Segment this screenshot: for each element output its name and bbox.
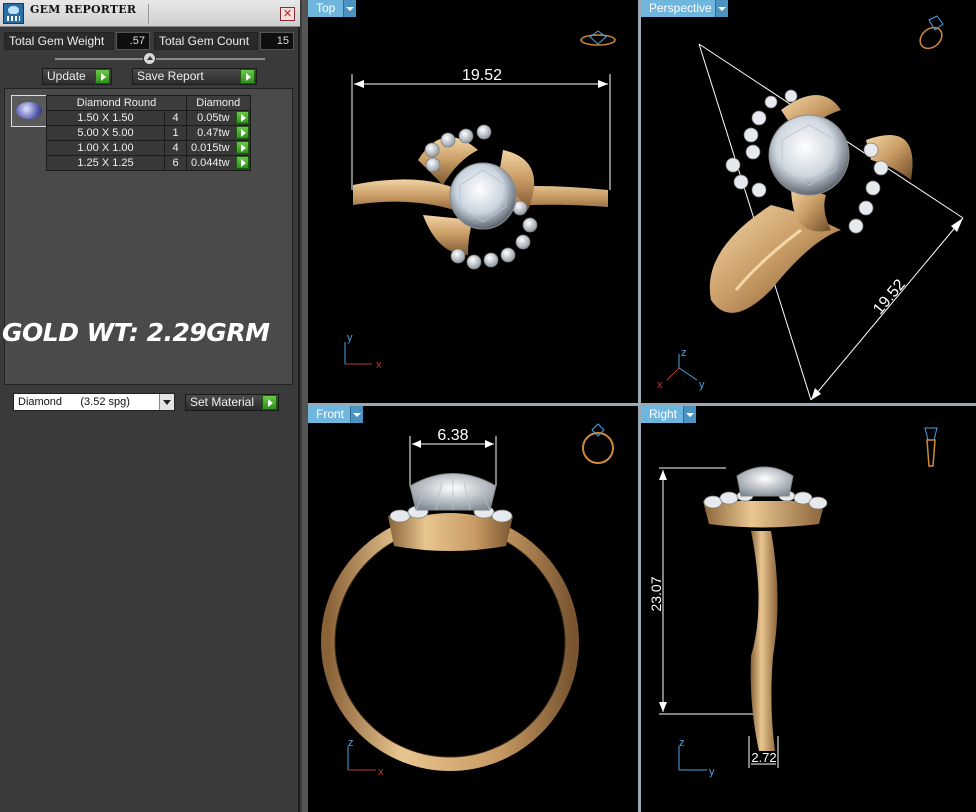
gem-table-header-shape: Diamond Round (46, 95, 187, 111)
gem-reporter-app-icon (3, 3, 24, 24)
chevron-down-icon[interactable] (683, 406, 696, 423)
gem-table-header-type: Diamond (186, 95, 251, 111)
play-arrow-icon[interactable] (235, 141, 249, 154)
play-arrow-icon[interactable] (235, 156, 249, 169)
viewport-tab-front[interactable]: Front (308, 406, 353, 423)
gem-size: 1.50 X 1.50 (46, 110, 165, 126)
play-arrow-icon[interactable] (235, 111, 249, 124)
viewport-tab-perspective[interactable]: Perspective (641, 0, 720, 17)
update-button-label: Update (47, 69, 86, 83)
gem-count: 4 (164, 140, 187, 156)
gem-count: 1 (164, 125, 187, 141)
axis-gizmo: y x (344, 332, 382, 371)
viewport-right[interactable]: 23.07 2.72 z y Right (641, 406, 976, 812)
total-gem-count-label: Total Gem Count (154, 32, 258, 50)
update-button[interactable]: Update (42, 68, 112, 85)
front-view-canvas: 6.38 z x (321, 423, 614, 778)
gem-count: 4 (164, 110, 187, 126)
titlebar-divider (148, 4, 149, 24)
table-row[interactable]: 5.00 X 5.00 1 0.47tw (46, 125, 251, 141)
gem-count: 6 (164, 155, 187, 171)
slider-knob[interactable] (143, 52, 156, 65)
total-gem-weight-label: Total Gem Weight (4, 32, 114, 50)
gem-list: Diamond Round Diamond 1.50 X 1.50 4 0.05… (2, 88, 293, 385)
axis-label-y: y (709, 766, 715, 778)
axis-label-y: y (347, 332, 353, 344)
app-window: GEM REPORTER ✕ Total Gem Weight .57 Tota… (0, 0, 976, 812)
panel-title: GEM REPORTER (30, 3, 137, 16)
save-report-button-label: Save Report (137, 69, 204, 83)
table-row[interactable]: 1.25 X 1.25 6 0.044tw (46, 155, 251, 171)
gem-weight: 0.044tw (191, 157, 230, 169)
play-arrow-icon (262, 395, 277, 410)
save-report-button[interactable]: Save Report (132, 68, 257, 85)
gem-weight-cell: 0.015tw (186, 140, 251, 156)
ring-orientation-icon (919, 15, 944, 50)
perspective-view-canvas: 19.52 z x y (657, 15, 964, 401)
axis-label-x: x (378, 766, 384, 778)
gem-weight: 0.05tw (197, 112, 230, 124)
ring-orientation-icon (580, 30, 616, 46)
play-arrow-icon (240, 69, 255, 84)
axis-label-z: z (681, 347, 687, 359)
gem-weight: 0.47tw (197, 127, 230, 139)
gem-weight: 0.015tw (191, 142, 230, 154)
viewport-tab-top[interactable]: Top (308, 0, 344, 17)
axis-label-x: x (657, 379, 663, 391)
play-arrow-icon[interactable] (235, 126, 249, 139)
table-row[interactable]: 1.00 X 1.00 4 0.015tw (46, 140, 251, 156)
axis-label-x: x (376, 359, 382, 371)
material-select-value: Diamond (3.52 spg) (18, 396, 130, 408)
top-dimension-label: 19.52 (462, 67, 502, 84)
viewport-top[interactable]: 19.52 y x Top (308, 0, 638, 403)
chevron-down-icon[interactable] (350, 406, 363, 423)
gem-table-header-row: Diamond Round Diamond (46, 95, 251, 111)
diamond-gem-icon[interactable] (11, 95, 47, 127)
chevron-down-icon[interactable] (715, 0, 728, 17)
chevron-down-icon[interactable] (159, 394, 174, 410)
total-gem-count-value: 15 (260, 32, 294, 50)
viewport-perspective[interactable]: 19.52 z x y Perspective (641, 0, 976, 403)
material-select[interactable]: Diamond (3.52 spg) (13, 393, 175, 411)
viewport-tab-right[interactable]: Right (641, 406, 686, 423)
play-arrow-icon (95, 69, 110, 84)
slider-track[interactable] (55, 58, 265, 60)
gem-weight-cell: 0.47tw (186, 125, 251, 141)
gem-size: 1.00 X 1.00 (46, 140, 165, 156)
gem-weight-cell: 0.044tw (186, 155, 251, 171)
axis-gizmo: z x y (657, 347, 705, 391)
axis-label-y: y (699, 379, 705, 391)
axis-label-z: z (679, 737, 685, 749)
set-material-button[interactable]: Set Material (185, 394, 279, 411)
axis-label-z: z (348, 737, 354, 749)
gem-table: Diamond Round Diamond 1.50 X 1.50 4 0.05… (46, 95, 251, 171)
close-button[interactable]: ✕ (280, 7, 295, 21)
right-width-dimension-label: 2.72 (751, 750, 776, 765)
gem-weight-cell: 0.05tw (186, 110, 251, 126)
right-height-dimension-label: 23.07 (648, 576, 664, 611)
ring-orientation-icon (582, 423, 614, 464)
gem-reporter-panel: GEM REPORTER ✕ Total Gem Weight .57 Tota… (0, 0, 300, 812)
viewport-divider-horizontal[interactable] (308, 403, 976, 406)
ring-orientation-icon (924, 427, 938, 467)
right-view-canvas: 23.07 2.72 z y (648, 427, 938, 778)
viewport-divider-vertical[interactable] (638, 0, 641, 812)
chevron-down-icon[interactable] (343, 0, 356, 17)
gem-size: 1.25 X 1.25 (46, 155, 165, 171)
axis-gizmo: z y (678, 737, 715, 778)
perspective-dimension-label: 19.52 (870, 276, 909, 318)
total-gem-weight-value: .57 (116, 32, 150, 50)
gem-size: 5.00 X 5.00 (46, 125, 165, 141)
top-view-canvas: 19.52 y x (344, 30, 616, 371)
front-dimension-label: 6.38 (437, 427, 468, 444)
panel-titlebar[interactable]: GEM REPORTER ✕ (0, 0, 300, 27)
set-material-button-label: Set Material (190, 395, 255, 409)
table-row[interactable]: 1.50 X 1.50 4 0.05tw (46, 110, 251, 126)
viewport-front[interactable]: 6.38 z x Front (308, 406, 638, 812)
gold-weight-text: GOLD WT: 2.29GRM (2, 318, 270, 347)
